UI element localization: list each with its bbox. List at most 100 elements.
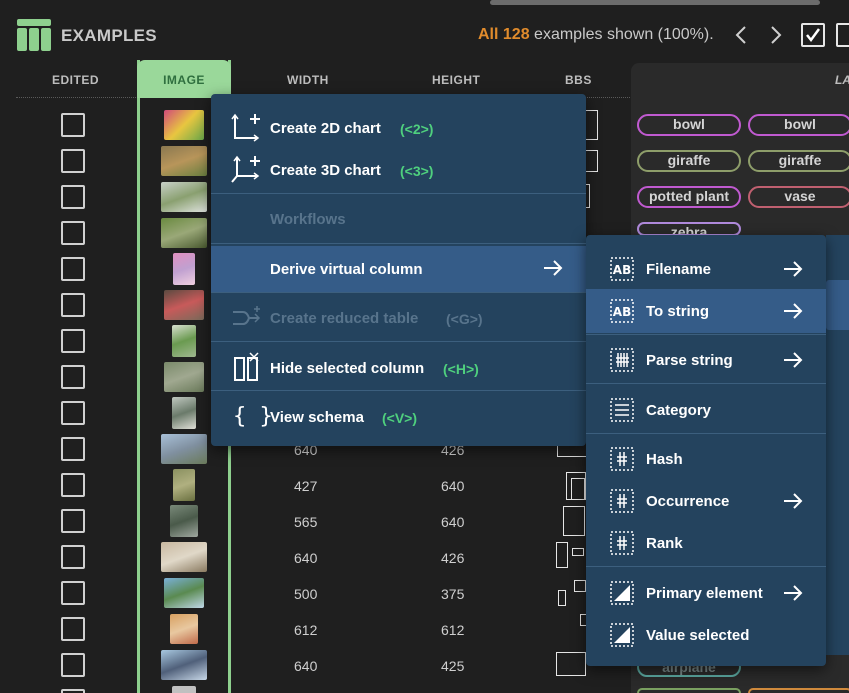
menu-separator xyxy=(211,243,586,244)
svg-text:AB: AB xyxy=(613,263,631,277)
row-checkbox[interactable] xyxy=(61,365,85,389)
triangle-element-icon xyxy=(610,623,634,647)
image-thumbnail[interactable] xyxy=(164,362,204,392)
label-tag[interactable] xyxy=(637,688,741,693)
height-cell: 426 xyxy=(441,550,465,566)
menu-item-derive-virtual-column[interactable]: Derive virtual column xyxy=(211,246,586,292)
image-thumbnail[interactable] xyxy=(170,614,198,644)
label-tag[interactable]: zebra xyxy=(637,222,741,236)
row-checkbox[interactable] xyxy=(61,581,85,605)
submenu-item-rank[interactable]: Rank xyxy=(586,521,826,565)
image-thumbnail[interactable] xyxy=(161,650,207,680)
submenu-item-primary-element[interactable]: Primary element xyxy=(586,571,826,615)
checkmark-icon xyxy=(806,28,821,43)
submenu-arrow-icon xyxy=(784,261,803,277)
image-thumbnail[interactable] xyxy=(164,578,204,608)
submenu-item-parse-string[interactable]: Parse string xyxy=(586,338,826,382)
bounding-box-glyph xyxy=(584,150,598,172)
height-cell: 425 xyxy=(441,658,465,674)
label-tag[interactable]: giraffe xyxy=(637,150,741,172)
column-header-height[interactable]: HEIGHT xyxy=(432,73,480,87)
width-cell: 640 xyxy=(294,658,318,674)
menu-separator xyxy=(586,334,826,335)
menu-item-create-2d-chart[interactable]: Create 2D chart (<2>) xyxy=(211,106,586,150)
column-header-image[interactable]: IMAGE xyxy=(137,60,231,98)
parse-hash-icon xyxy=(610,348,634,372)
height-cell: 640 xyxy=(441,514,465,530)
row-checkbox[interactable] xyxy=(61,401,85,425)
label-tag[interactable]: bowl xyxy=(748,114,849,136)
submenu-item-filename[interactable]: AB Filename xyxy=(586,247,826,291)
column-header-labels[interactable]: LA xyxy=(835,73,849,87)
menu-separator xyxy=(211,193,586,194)
submenu-arrow-icon xyxy=(544,260,563,276)
image-thumbnail[interactable] xyxy=(161,542,207,572)
label-tag[interactable]: vase xyxy=(748,186,849,208)
bounding-box-glyph xyxy=(571,478,585,500)
previous-page-icon[interactable] xyxy=(733,25,749,45)
submenu-item-value-selected[interactable]: Value selected xyxy=(586,613,826,657)
row-checkbox[interactable] xyxy=(61,149,85,173)
submenu-arrow-icon xyxy=(784,585,803,601)
submenu-arrow-icon xyxy=(784,352,803,368)
examples-count: All 128 examples shown (100%). xyxy=(478,26,714,43)
submenu-arrow-icon xyxy=(784,303,803,319)
height-cell: 375 xyxy=(441,586,465,602)
column-header-width[interactable]: WIDTH xyxy=(287,73,329,87)
width-cell: 500 xyxy=(294,586,318,602)
image-thumbnail[interactable] xyxy=(164,290,204,320)
row-checkbox[interactable] xyxy=(61,437,85,461)
image-thumbnail[interactable] xyxy=(164,110,204,140)
submenu-item-category[interactable]: Category xyxy=(586,388,826,432)
chart-2d-icon xyxy=(231,113,260,142)
image-thumbnail[interactable] xyxy=(173,253,195,285)
column-header-edited[interactable]: EDITED xyxy=(52,73,99,87)
image-thumbnail[interactable] xyxy=(172,686,196,693)
bounding-box-glyph xyxy=(556,652,586,676)
menu-item-view-schema[interactable]: { } View schema (<V>) xyxy=(211,395,586,439)
label-tag[interactable]: giraffe xyxy=(748,150,849,172)
row-checkbox[interactable] xyxy=(61,545,85,569)
image-thumbnail[interactable] xyxy=(161,182,207,212)
row-checkbox[interactable] xyxy=(61,257,85,281)
height-cell: 612 xyxy=(441,622,465,638)
view-toggle-checkbox[interactable] xyxy=(836,23,849,47)
image-thumbnail[interactable] xyxy=(172,325,196,357)
submenu-item-to-string[interactable]: AB To string xyxy=(586,289,826,333)
submenu-item-hash[interactable]: Hash xyxy=(586,437,826,481)
image-thumbnail[interactable] xyxy=(161,146,207,176)
label-tag[interactable] xyxy=(748,688,849,693)
image-thumbnail[interactable] xyxy=(170,505,198,537)
row-checkbox[interactable] xyxy=(61,617,85,641)
submenu-arrow-icon xyxy=(784,493,803,509)
menu-item-hide-selected-column[interactable]: Hide selected column (<H>) xyxy=(211,346,586,390)
image-thumbnail[interactable] xyxy=(161,434,207,464)
row-checkbox[interactable] xyxy=(61,653,85,677)
hash-icon xyxy=(610,489,634,513)
hash-icon xyxy=(610,531,634,555)
label-tag[interactable]: bowl xyxy=(637,114,741,136)
nested-submenu-highlight[interactable] xyxy=(826,280,849,330)
row-checkbox[interactable] xyxy=(61,689,85,693)
column-header-bbs[interactable]: BBS xyxy=(565,73,592,87)
table-logo-icon xyxy=(17,19,51,51)
width-cell: 427 xyxy=(294,478,318,494)
label-tag[interactable]: potted plant xyxy=(637,186,741,208)
row-checkbox[interactable] xyxy=(61,329,85,353)
next-page-icon[interactable] xyxy=(768,25,784,45)
text-ab-icon: AB xyxy=(610,299,634,323)
width-cell: 565 xyxy=(294,514,318,530)
image-thumbnail[interactable] xyxy=(172,397,196,429)
row-checkbox[interactable] xyxy=(61,185,85,209)
image-thumbnail[interactable] xyxy=(161,218,207,248)
row-checkbox[interactable] xyxy=(61,221,85,245)
row-checkbox[interactable] xyxy=(61,509,85,533)
row-checkbox[interactable] xyxy=(61,473,85,497)
select-all-checkbox[interactable] xyxy=(801,23,825,47)
row-checkbox[interactable] xyxy=(61,113,85,137)
row-checkbox[interactable] xyxy=(61,293,85,317)
submenu-item-occurrence[interactable]: Occurrence xyxy=(586,479,826,523)
image-thumbnail[interactable] xyxy=(173,469,195,501)
list-icon xyxy=(610,398,634,422)
menu-item-create-3d-chart[interactable]: Create 3D chart (<3>) xyxy=(211,148,586,192)
